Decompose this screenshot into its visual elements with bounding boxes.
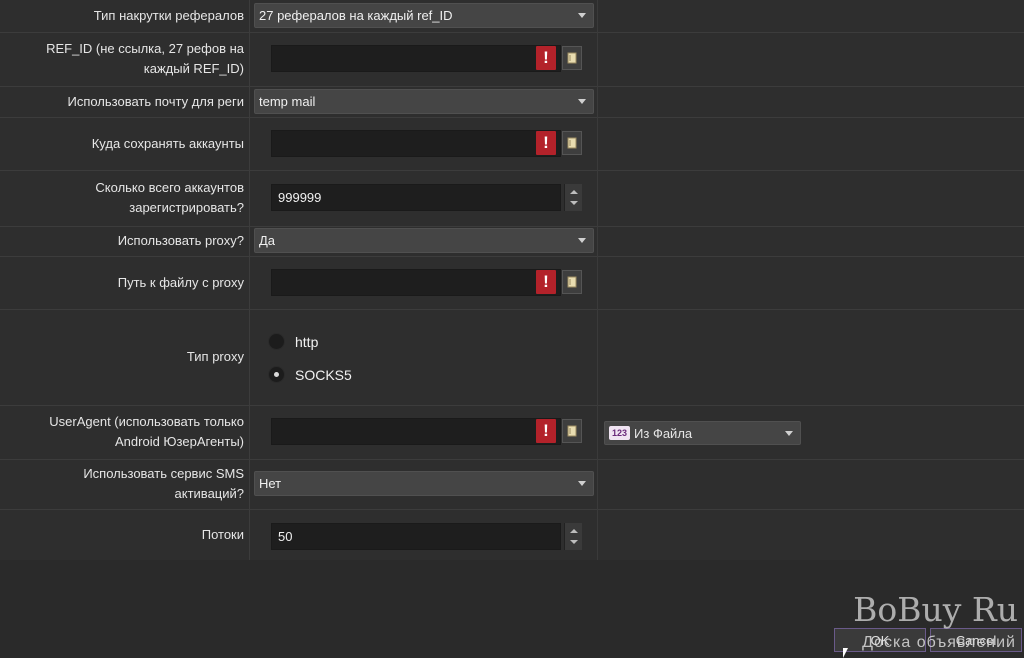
number-badge-icon: 123 xyxy=(609,426,631,440)
accounts-count-label: Сколько всего аккаунтов зарегистрировать… xyxy=(0,170,250,226)
warning-icon: ! xyxy=(536,419,556,443)
row-proxy-file: Путь к файлу с proxy ! xyxy=(0,256,1024,310)
ref-id-label: REF_ID (не ссылка, 27 рефов на каждый RE… xyxy=(0,32,250,86)
user-agent-label: UserAgent (использовать только Android Ю… xyxy=(0,405,250,459)
row-save-path: Куда сохранять аккаунты ! xyxy=(0,117,1024,171)
folder-icon[interactable] xyxy=(562,419,582,443)
row-proxy-type: Тип proxy http SOCKS5 xyxy=(0,309,1024,406)
row-ref-type: Тип накрутки рефералов 27 рефералов на к… xyxy=(0,0,1024,33)
chevron-down-icon xyxy=(785,431,793,436)
sms-label: Использовать сервис SMS активаций? xyxy=(0,459,250,509)
proxy-file-input[interactable] xyxy=(271,269,561,296)
row-sms: Использовать сервис SMS активаций? Нет xyxy=(0,459,1024,510)
radio-dot xyxy=(274,372,279,377)
proxy-file-label: Путь к файлу с proxy xyxy=(0,256,250,309)
row-use-proxy: Использовать proxy? Да xyxy=(0,226,1024,257)
mouse-cursor-icon xyxy=(843,648,848,658)
chevron-down-icon xyxy=(578,481,586,486)
ref-type-value: 27 рефералов на каждый ref_ID xyxy=(259,8,453,23)
sms-select[interactable]: Нет xyxy=(254,471,594,496)
accounts-count-input[interactable]: 999999 xyxy=(271,184,561,211)
threads-input[interactable]: 50 xyxy=(271,523,561,550)
ref-id-input[interactable] xyxy=(271,45,561,72)
ref-type-select[interactable]: 27 рефералов на каждый ref_ID xyxy=(254,3,594,28)
sms-value: Нет xyxy=(259,476,282,491)
folder-icon[interactable] xyxy=(562,46,582,70)
threads-stepper[interactable] xyxy=(564,523,582,550)
radio-socks5-label: SOCKS5 xyxy=(295,366,352,383)
column-divider xyxy=(597,32,598,86)
mail-value: temp mail xyxy=(259,94,316,109)
row-threads: Потоки 50 xyxy=(0,509,1024,560)
use-proxy-value: Да xyxy=(259,233,276,248)
proxy-type-label: Тип proxy xyxy=(0,309,250,405)
mail-label: Использовать почту для реги xyxy=(0,86,250,117)
threads-value: 50 xyxy=(278,529,293,544)
watermark-subtitle: Доска объявлений xyxy=(862,634,1016,651)
user-agent-source-select[interactable]: 123 Из Файла xyxy=(604,421,801,445)
chevron-down-icon[interactable] xyxy=(570,201,578,205)
settings-panel: Тип накрутки рефералов 27 рефералов на к… xyxy=(0,0,1024,560)
use-proxy-select[interactable]: Да xyxy=(254,228,594,253)
folder-icon[interactable] xyxy=(562,131,582,155)
column-divider xyxy=(597,170,598,226)
user-agent-source-value: Из Файла xyxy=(634,425,693,441)
radio-http[interactable]: http xyxy=(268,333,318,350)
user-agent-input[interactable] xyxy=(271,418,561,445)
mail-select[interactable]: temp mail xyxy=(254,89,594,114)
column-divider xyxy=(597,86,598,117)
folder-icon[interactable] xyxy=(562,270,582,294)
column-divider xyxy=(597,226,598,256)
accounts-count-stepper[interactable] xyxy=(564,184,582,211)
row-mail: Использовать почту для реги temp mail xyxy=(0,86,1024,118)
column-divider xyxy=(597,0,598,32)
warning-icon: ! xyxy=(536,131,556,155)
radio-circle-selected[interactable] xyxy=(268,366,285,383)
accounts-count-value: 999999 xyxy=(278,190,322,205)
column-divider xyxy=(597,509,598,560)
chevron-down-icon xyxy=(578,13,586,18)
warning-icon: ! xyxy=(536,46,556,70)
column-divider xyxy=(597,309,598,405)
column-divider xyxy=(597,117,598,170)
save-path-label: Куда сохранять аккаунты xyxy=(0,117,250,170)
ref-type-label: Тип накрутки рефералов xyxy=(0,0,250,32)
column-divider xyxy=(597,459,598,509)
row-user-agent: UserAgent (использовать только Android Ю… xyxy=(0,405,1024,460)
use-proxy-label: Использовать proxy? xyxy=(0,226,250,256)
threads-label: Потоки xyxy=(0,509,250,560)
radio-socks5[interactable]: SOCKS5 xyxy=(268,366,352,383)
chevron-down-icon[interactable] xyxy=(570,540,578,544)
chevron-down-icon xyxy=(578,238,586,243)
watermark-title: BoBuy Ru xyxy=(853,590,1018,629)
row-ref-id: REF_ID (не ссылка, 27 рефов на каждый RE… xyxy=(0,32,1024,87)
chevron-down-icon xyxy=(578,99,586,104)
chevron-up-icon[interactable] xyxy=(570,529,578,533)
radio-circle[interactable] xyxy=(268,333,285,350)
column-divider xyxy=(597,405,598,459)
chevron-up-icon[interactable] xyxy=(570,190,578,194)
save-path-input[interactable] xyxy=(271,130,561,157)
warning-icon: ! xyxy=(536,270,556,294)
column-divider xyxy=(597,256,598,309)
row-accounts-count: Сколько всего аккаунтов зарегистрировать… xyxy=(0,170,1024,227)
radio-http-label: http xyxy=(295,333,319,350)
